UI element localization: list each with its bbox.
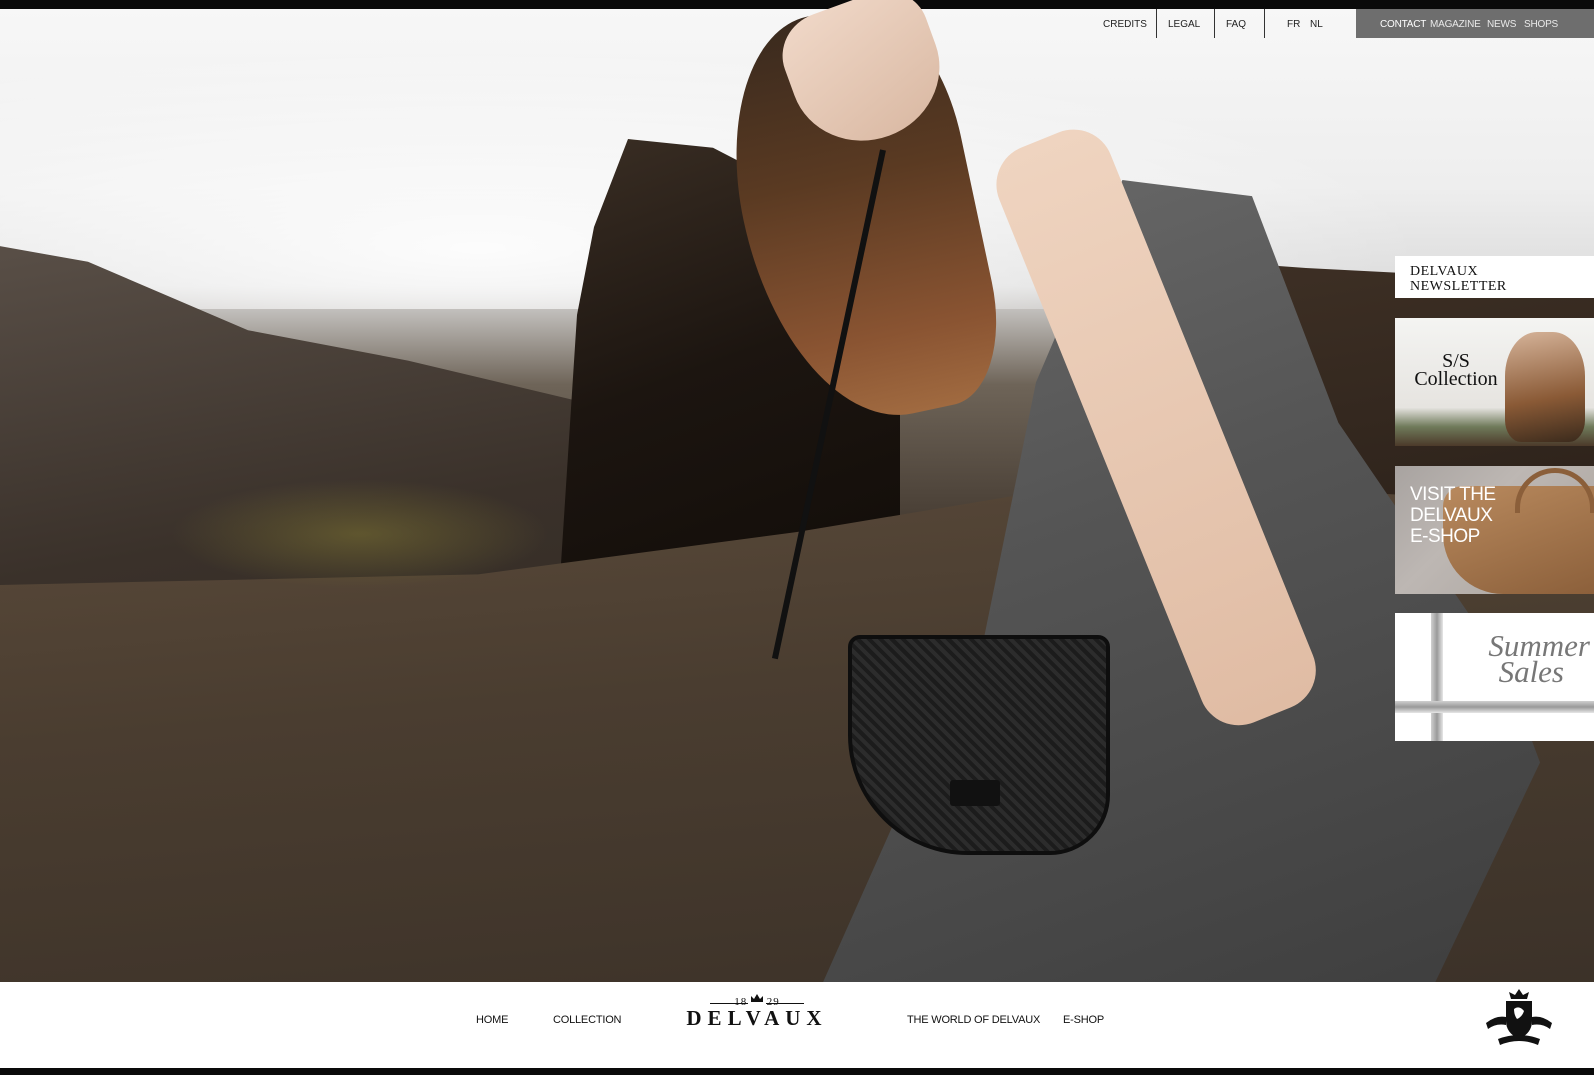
top-border	[0, 0, 1594, 9]
footer-eshop[interactable]: E-SHOP	[1063, 1014, 1104, 1026]
eshop-promo-line3: E-SHOP	[1410, 526, 1480, 547]
lang-nl[interactable]: NL	[1310, 9, 1323, 38]
ribbon-horizontal	[1395, 701, 1594, 713]
top-nav-dark: CONTACT MAGAZINE NEWS SHOPS	[1356, 9, 1594, 38]
eshop-promo-line2: DELVAUX	[1410, 505, 1493, 526]
promo-bag-handle	[1515, 468, 1594, 513]
nav-credits[interactable]: CREDITS	[1103, 9, 1147, 38]
nav-shops[interactable]: SHOPS	[1524, 9, 1558, 38]
royal-crest-icon	[1486, 989, 1552, 1045]
lang-fr[interactable]: FR	[1287, 9, 1300, 38]
nav-separator	[1214, 9, 1215, 38]
bottom-border	[0, 1068, 1594, 1075]
newsletter-label: DELVAUX NEWSLETTER	[1410, 264, 1507, 294]
delvaux-logo[interactable]: 18 29 DELVAUX	[681, 993, 833, 1041]
footer-bar: HOME COLLECTION 18 29 DELVAUX THE WORLD …	[0, 982, 1594, 1068]
ss-collection-promo[interactable]: S/S Collection	[1395, 318, 1594, 446]
nav-magazine[interactable]: MAGAZINE	[1430, 9, 1481, 38]
handbag-plate	[950, 780, 1000, 806]
sales-line2: Sales	[1498, 654, 1564, 689]
nav-faq[interactable]: FAQ	[1226, 9, 1246, 38]
newsletter-promo[interactable]: DELVAUX NEWSLETTER	[1395, 256, 1594, 298]
nav-news[interactable]: NEWS	[1487, 9, 1516, 38]
eshop-promo-line1: VISIT THE	[1410, 484, 1496, 505]
eshop-promo[interactable]: VISIT THE DELVAUX E-SHOP	[1395, 466, 1594, 594]
hero-moss	[170, 479, 550, 589]
footer-collection[interactable]: COLLECTION	[553, 1014, 621, 1026]
summer-sales-promo[interactable]: Summer Sales	[1395, 613, 1594, 741]
promo-model-image	[1505, 332, 1585, 442]
nav-legal[interactable]: LEGAL	[1168, 9, 1200, 38]
nav-separator	[1264, 9, 1265, 38]
ss-collection-line2: Collection	[1414, 368, 1498, 390]
footer-home[interactable]: HOME	[476, 1014, 508, 1026]
nav-separator	[1156, 9, 1157, 38]
featured-handbag	[848, 635, 1110, 855]
nav-contact[interactable]: CONTACT	[1380, 9, 1426, 38]
logo-name: DELVAUX	[686, 1006, 828, 1030]
footer-world-of-delvaux[interactable]: THE WORLD OF DELVAUX	[907, 1014, 1040, 1026]
ribbon-vertical	[1431, 613, 1443, 741]
